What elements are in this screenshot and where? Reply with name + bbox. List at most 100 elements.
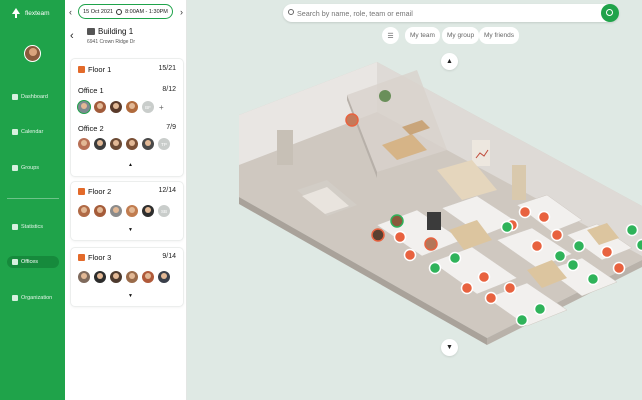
filter-chip-my-group[interactable]: My group: [442, 27, 480, 44]
floor-header: Floor 2: [78, 187, 111, 196]
floor-icon: [78, 66, 85, 73]
person-avatar[interactable]: [94, 271, 106, 283]
calendar-icon: [12, 129, 18, 135]
filter-chip-my-team[interactable]: My team: [405, 27, 440, 44]
floor-occupancy: 9/14: [162, 253, 176, 260]
search-input[interactable]: [297, 6, 587, 20]
nav-item-label: Dashboard: [21, 94, 48, 100]
tree-logo-icon: [12, 8, 20, 18]
person-avatar[interactable]: [158, 271, 170, 283]
date-time-picker[interactable]: 15 Oct 2021 8:00AM - 1:30PM: [78, 4, 173, 19]
person-avatar[interactable]: [78, 101, 90, 113]
search-bar[interactable]: [283, 4, 619, 22]
person-avatar[interactable]: [110, 205, 122, 217]
person-initials-avatar[interactable]: TP: [158, 138, 170, 150]
building-name: Building 1: [98, 27, 134, 36]
nav-item-label: Offices: [21, 259, 39, 265]
office-occupancy: 8/12: [162, 86, 176, 93]
person-avatar[interactable]: [78, 271, 90, 283]
expand-icon[interactable]: ▼: [128, 227, 133, 233]
offices-panel: ‹ 15 Oct 2021 8:00AM - 1:30PM › ‹ Buildi…: [65, 0, 187, 400]
filter-settings-button[interactable]: ☰: [382, 27, 399, 44]
sliders-icon: ☰: [387, 32, 394, 40]
building-title: Building 1: [87, 27, 133, 36]
floor-up-button[interactable]: ▲: [441, 53, 458, 70]
nav-item-label: Organization: [21, 295, 53, 301]
office-people-row: BF +: [78, 101, 164, 113]
groups-icon: [12, 165, 18, 171]
person-avatar[interactable]: [110, 271, 122, 283]
person-avatar[interactable]: [78, 138, 90, 150]
back-icon[interactable]: ‹: [70, 30, 74, 42]
person-avatar[interactable]: [94, 101, 106, 113]
person-avatar[interactable]: [142, 205, 154, 217]
floor-card-3[interactable]: Floor 3 9/14 ▼: [71, 248, 183, 306]
user-avatar[interactable]: [24, 45, 41, 62]
time-range-text: 8:00AM - 1:30PM: [125, 8, 168, 15]
chevron-up-icon: ▲: [446, 58, 453, 65]
filter-chip-my-friends[interactable]: My friends: [479, 27, 519, 44]
office-name[interactable]: Office 1: [78, 86, 104, 95]
floor-header: Floor 3: [78, 253, 111, 262]
chevron-down-icon: ▼: [446, 344, 453, 351]
building-icon: [87, 28, 95, 35]
person-avatar[interactable]: [142, 138, 154, 150]
app-name: flexteam: [25, 9, 50, 17]
building-address: 6941 Crown Ridge Dr: [87, 39, 136, 45]
floor-people-row: [78, 271, 170, 283]
person-avatar[interactable]: [126, 271, 138, 283]
clock-icon: [116, 8, 123, 15]
nav-item-label: Groups: [21, 165, 40, 171]
dashboard-icon: [12, 94, 18, 100]
floor-people-row: SB: [78, 205, 170, 217]
floor-name: Floor 3: [88, 253, 112, 262]
nav-item-dashboard[interactable]: Dashboard: [7, 91, 59, 103]
logo: flexteam: [10, 7, 50, 19]
office-occupancy: 7/9: [166, 124, 176, 131]
nav-divider: [7, 198, 59, 199]
person-avatar[interactable]: [94, 205, 106, 217]
floor-card-2[interactable]: Floor 2 12/14 SB ▼: [71, 182, 183, 240]
search-submit-button[interactable]: [601, 4, 619, 22]
person-avatar[interactable]: [78, 205, 90, 217]
nav-item-organization[interactable]: Organization: [7, 292, 59, 304]
office-people-row: TP: [78, 138, 170, 150]
prev-date-icon[interactable]: ‹: [69, 7, 72, 17]
floor-icon: [78, 188, 85, 195]
isometric-floor-plan[interactable]: [187, 0, 642, 400]
statistics-icon: [12, 224, 18, 230]
nav-item-statistics[interactable]: Statistics: [7, 221, 59, 233]
next-date-icon[interactable]: ›: [180, 7, 183, 17]
date-selector: ‹ 15 Oct 2021 8:00AM - 1:30PM ›: [65, 4, 187, 20]
person-avatar[interactable]: [110, 138, 122, 150]
floor-occupancy: 15/21: [158, 65, 176, 72]
nav-item-label: Calendar: [21, 129, 44, 135]
search-icon: [288, 9, 294, 15]
person-avatar[interactable]: [94, 138, 106, 150]
floor-down-button[interactable]: ▼: [441, 339, 458, 356]
person-avatar[interactable]: [126, 205, 138, 217]
person-avatar[interactable]: [126, 101, 138, 113]
person-avatar[interactable]: [110, 101, 122, 113]
date-text: 15 Oct 2021: [83, 8, 114, 15]
floor-name: Floor 2: [88, 187, 112, 196]
nav-item-calendar[interactable]: Calendar: [7, 126, 59, 138]
person-avatar[interactable]: [126, 138, 138, 150]
floor-map-area: ☰ My team My group My friends ▲ ▼: [187, 0, 642, 400]
floor-name: Floor 1: [88, 65, 112, 74]
person-initials-avatar[interactable]: BF: [142, 101, 154, 113]
nav-item-groups[interactable]: Groups: [7, 162, 59, 174]
nav-item-offices[interactable]: Offices: [7, 256, 59, 268]
person-initials-avatar[interactable]: SB: [158, 205, 170, 217]
floor-occupancy: 12/14: [158, 187, 176, 194]
add-person-icon[interactable]: +: [159, 103, 164, 112]
collapse-icon[interactable]: ▲: [128, 162, 133, 168]
floor-icon: [78, 254, 85, 261]
expand-icon[interactable]: ▼: [128, 293, 133, 299]
nav-item-label: Statistics: [21, 224, 44, 230]
floor-card-1[interactable]: Floor 1 15/21 Office 1 8/12 BF + Office …: [71, 59, 183, 176]
organization-icon: [12, 295, 18, 301]
person-avatar[interactable]: [142, 271, 154, 283]
side-nav: flexteam Dashboard Calendar Groups Stati…: [0, 0, 65, 400]
office-name[interactable]: Office 2: [78, 124, 104, 133]
